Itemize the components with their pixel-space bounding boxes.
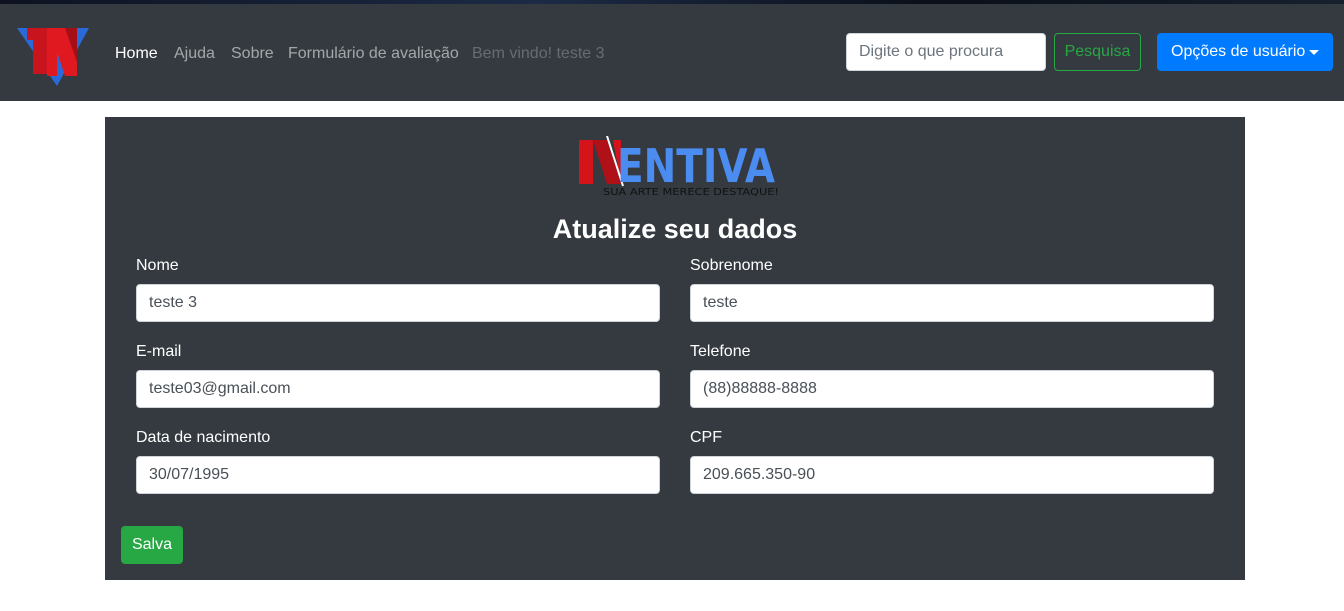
email-input[interactable]	[136, 370, 660, 408]
svg-text:ENTIVA: ENTIVA	[617, 139, 775, 193]
brand-logo-icon[interactable]	[17, 22, 89, 88]
sobrenome-label: Sobrenome	[690, 257, 773, 274]
sobrenome-input[interactable]	[690, 284, 1214, 322]
nav-link-sobre[interactable]: Sobre	[231, 44, 274, 64]
welcome-message: Bem vindo! teste 3	[472, 45, 605, 62]
page-title: Atualize seu dados	[552, 214, 798, 244]
top-navbar: Home Ajuda Sobre Formulário de avaliação…	[0, 4, 1344, 101]
nome-input[interactable]	[136, 284, 660, 322]
search-button[interactable]: Pesquisa	[1054, 33, 1141, 71]
inventiva-logo: ENTIVA SUA ARTE MERECE DESTAQUE!	[579, 136, 779, 196]
search-input[interactable]	[846, 33, 1046, 71]
nav-link-ajuda[interactable]: Ajuda	[174, 44, 215, 64]
cpf-label: CPF	[690, 429, 722, 446]
cpf-input[interactable]	[690, 456, 1214, 494]
svg-text:SUA ARTE MERECE DESTAQUE!: SUA ARTE MERECE DESTAQUE!	[603, 187, 779, 196]
nav-link-formulario-avaliacao[interactable]: Formulário de avaliação	[288, 44, 459, 64]
data-nascimento-label: Data de nacimento	[136, 429, 271, 446]
email-label: E-mail	[136, 343, 182, 360]
user-options-dropdown[interactable]: Opções de usuário	[1157, 33, 1333, 71]
nome-label: Nome	[136, 257, 179, 274]
telefone-input[interactable]	[690, 370, 1214, 408]
data-nascimento-input[interactable]	[136, 456, 660, 494]
nav-link-home[interactable]: Home	[115, 44, 158, 64]
update-data-panel: ENTIVA SUA ARTE MERECE DESTAQUE! Atualiz…	[105, 117, 1245, 580]
save-button[interactable]: Salva	[121, 526, 183, 564]
user-options-label: Opções de usuário	[1171, 43, 1306, 60]
telefone-label: Telefone	[690, 343, 751, 360]
caret-down-icon	[1309, 50, 1319, 55]
